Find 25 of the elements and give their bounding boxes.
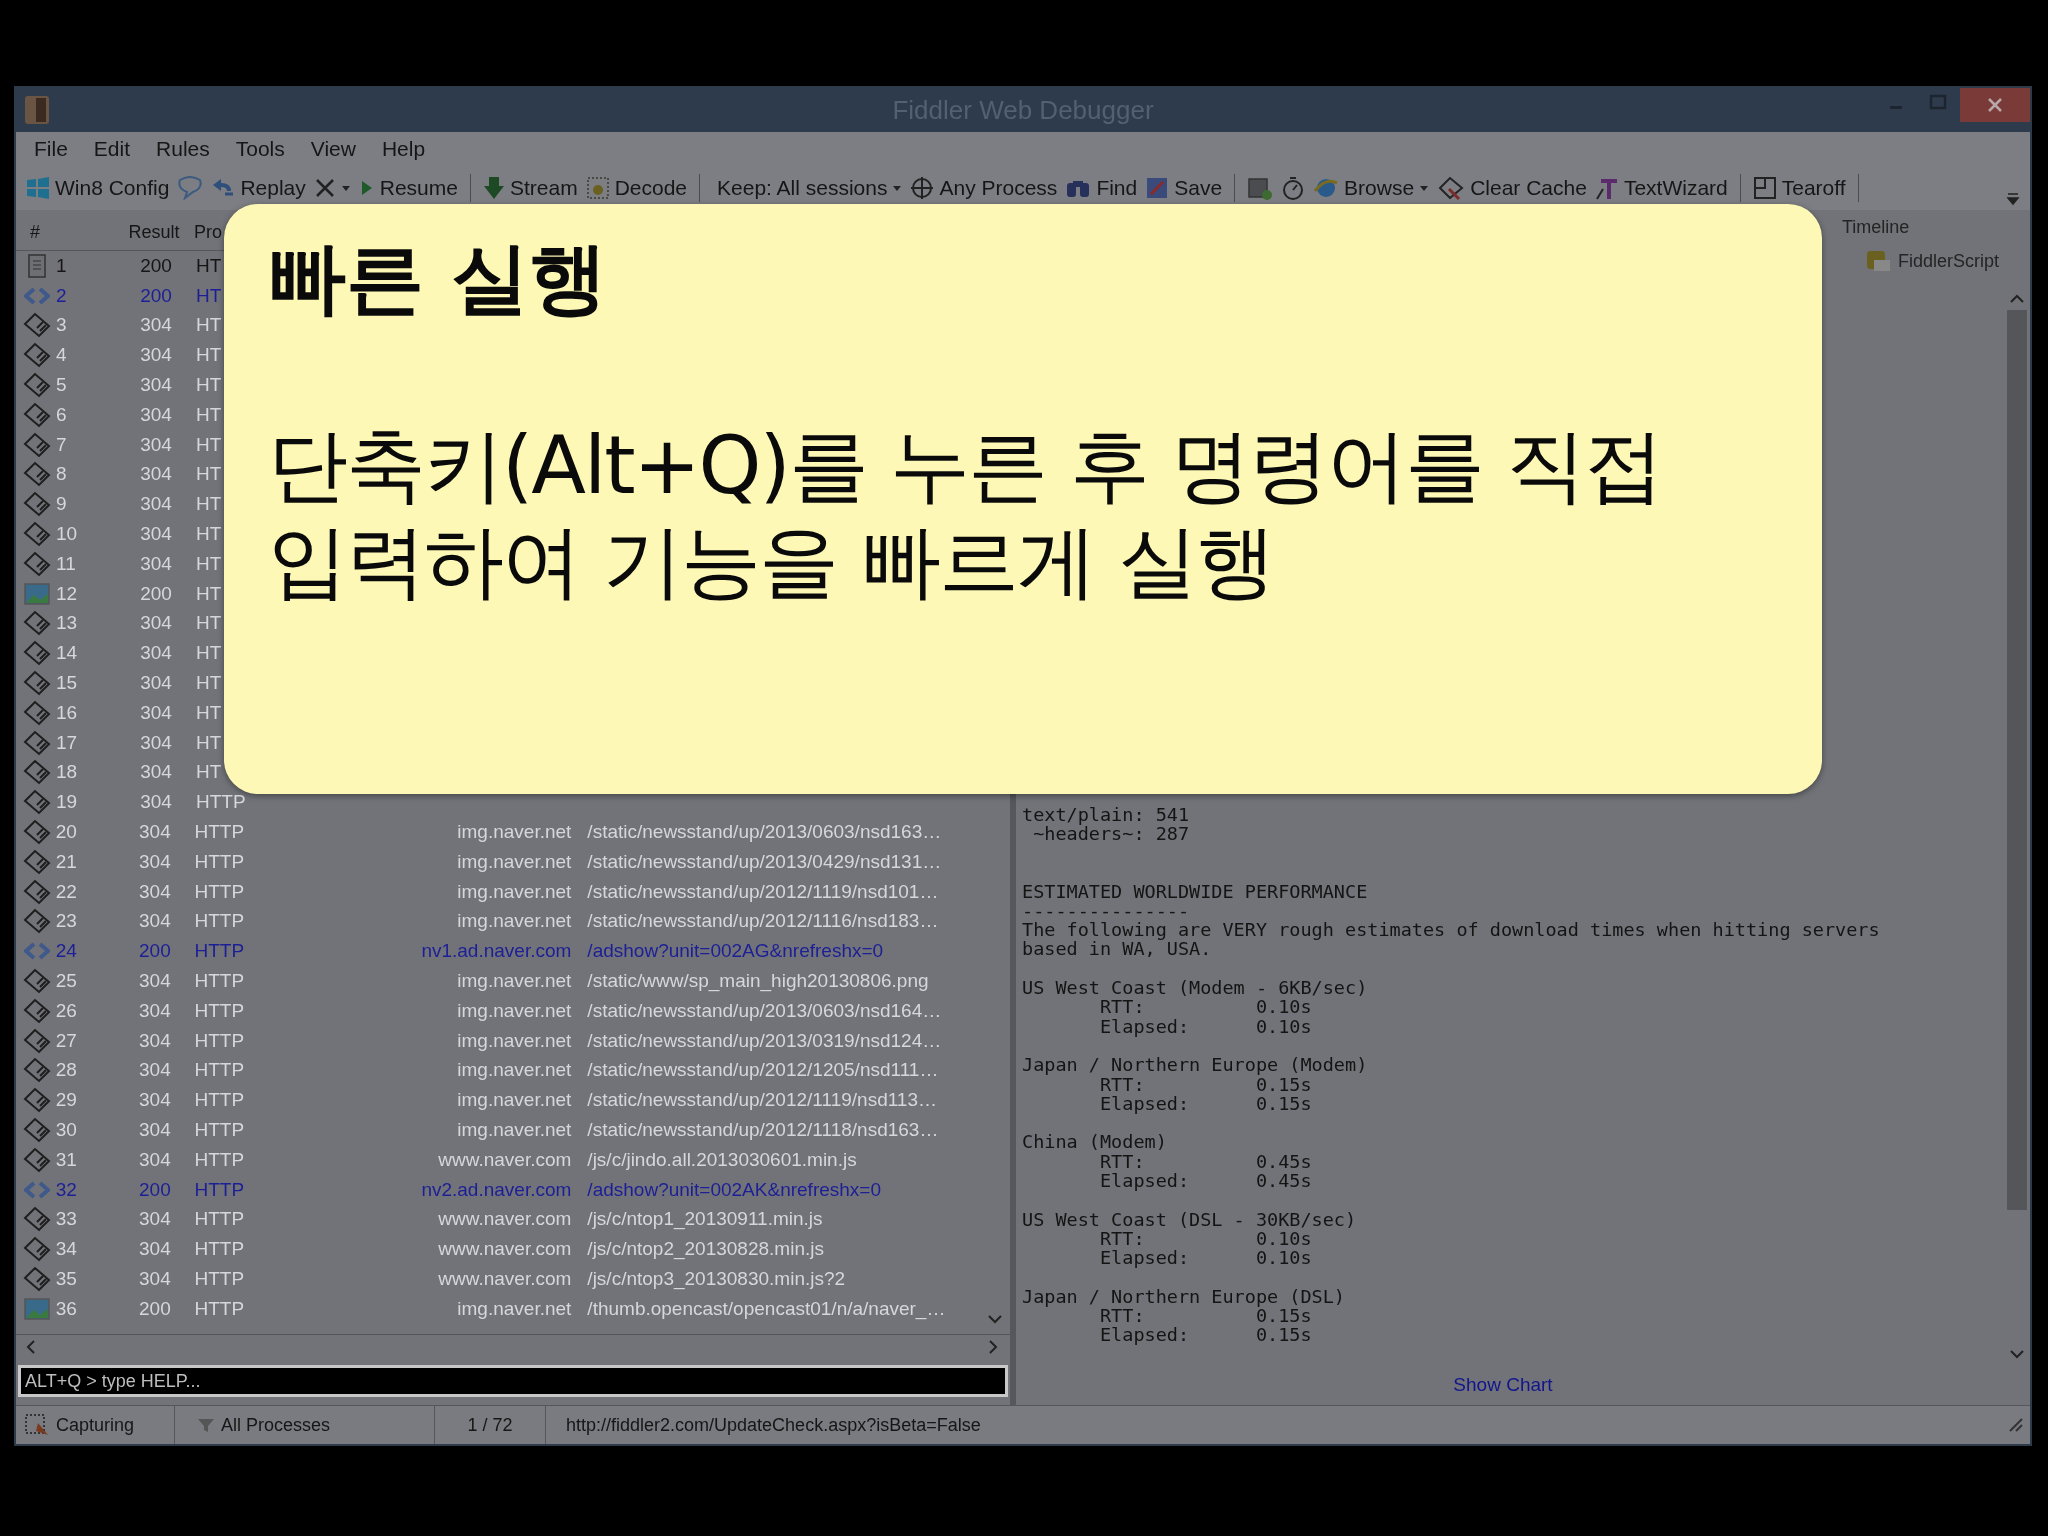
report-line: China (Modem) <box>1022 1132 1167 1152</box>
report-line: The following are VERY rough estimates of download times when hitting servers <box>1022 920 1880 940</box>
callout-title: 빠른 실행 <box>268 232 609 325</box>
report-line: RTT: 0.15s <box>1098 1074 1312 1094</box>
report-line: US West Coast (Modem - 6KB/sec) <box>1022 978 1368 998</box>
report-line: Elapsed: 0.45s <box>1098 1171 1312 1191</box>
report-line: Japan / Northern Europe (Modem) <box>1022 1055 1368 1075</box>
callout-text: 단축키(Alt+Q)를 누른 후 명령어를 직접 입력하여 기능을 빠르게 실행 <box>268 417 1664 610</box>
report-line: based in WA, USA. <box>1022 939 1212 959</box>
report-line: US West Coast (DSL - 30KB/sec) <box>1022 1209 1357 1229</box>
report-line: --------------- <box>1022 900 1190 921</box>
report-line: Elapsed: 0.15s <box>1098 1325 1312 1345</box>
report-line: Elapsed: 0.10s <box>1098 1016 1312 1036</box>
report-line: text/plain: 541 <box>1022 805 1190 825</box>
report-line: RTT: 0.15s <box>1098 1306 1312 1326</box>
report-line: Elapsed: 0.10s <box>1098 1248 1312 1268</box>
report-line: Elapsed: 0.15s <box>1098 1093 1312 1114</box>
report-line: RTT: 0.10s <box>1098 997 1312 1017</box>
report-line: ~headers~: 287 <box>1033 824 1190 844</box>
report-line: RTT: 0.10s <box>1098 1228 1312 1249</box>
report-line: ESTIMATED WORLDWIDE PERFORMANCE <box>1022 881 1368 901</box>
report-line: RTT: 0.45s <box>1098 1151 1312 1172</box>
status-message: http://fiddler2.com/UpdateCheck.aspx?isBeta=False <box>565 1413 981 1437</box>
session-count: 1 / 72 <box>435 1406 546 1444</box>
report-line: Japan / Northern Europe (DSL) <box>1022 1286 1345 1307</box>
